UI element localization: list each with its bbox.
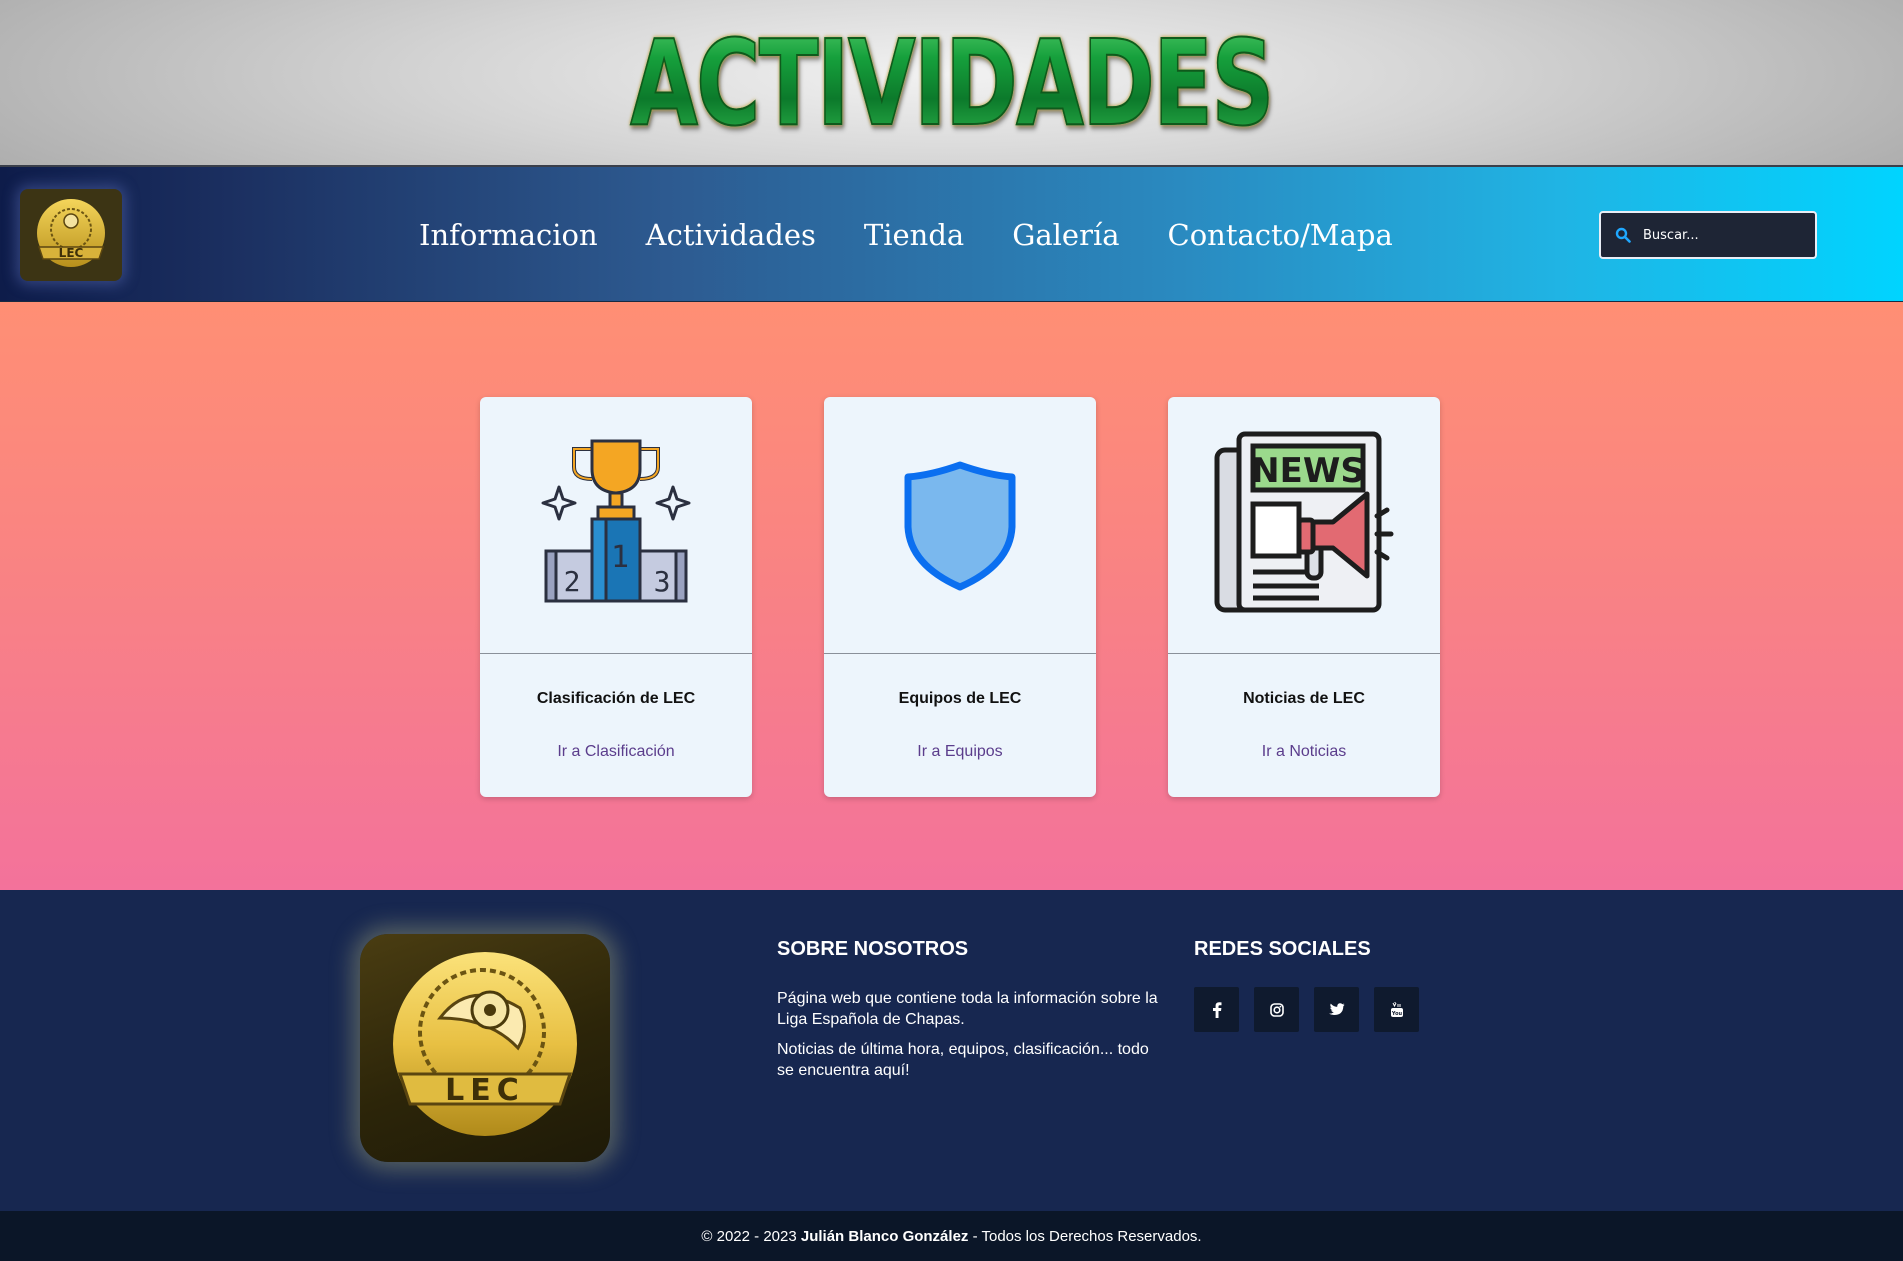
copyright-bar: © 2022 - 2023 Julián Blanco González - T… bbox=[0, 1211, 1903, 1261]
news-text: NEWS bbox=[1251, 451, 1365, 491]
footer: LEC SOBRE NOSOTROS Página web que contie… bbox=[0, 890, 1903, 1212]
search-icon[interactable] bbox=[1615, 227, 1631, 243]
shield-icon bbox=[904, 461, 1016, 591]
nav-link-contacto[interactable]: Contacto/Mapa bbox=[1168, 218, 1393, 252]
footer-logo-text: LEC bbox=[445, 1073, 525, 1108]
about-paragraph-2: Noticias de última hora, equipos, clasif… bbox=[777, 1041, 1149, 1079]
card-equipos: Equipos de LEC Ir a Equipos bbox=[824, 397, 1096, 797]
page-title: ACTIVIDADES bbox=[247, 0, 1655, 165]
footer-logo: LEC bbox=[360, 934, 610, 1162]
nav-link-actividades[interactable]: Actividades bbox=[646, 218, 816, 252]
card-image: NEWS bbox=[1168, 397, 1440, 654]
nav-link-galeria[interactable]: Galería bbox=[1012, 218, 1119, 252]
youtube-icon-text: You bbox=[1390, 1011, 1402, 1017]
card-title: Clasificación de LEC bbox=[536, 690, 696, 707]
copyright-suffix: - Todos los Derechos Reservados. bbox=[968, 1227, 1202, 1245]
about-paragraph-1: Página web que contiene toda la informac… bbox=[777, 990, 1158, 1028]
facebook-button[interactable] bbox=[1194, 987, 1239, 1032]
twitter-icon bbox=[1328, 1003, 1345, 1015]
podium-number-3: 3 bbox=[654, 565, 671, 598]
title-banner: ACTIVIDADES bbox=[0, 0, 1903, 165]
twitter-button[interactable] bbox=[1314, 987, 1359, 1032]
lec-logo-icon: LEC bbox=[393, 952, 577, 1136]
newspaper-icon: NEWS bbox=[1214, 431, 1394, 613]
search-input[interactable] bbox=[1643, 227, 1793, 243]
card-noticias: NEWS Noticias de LEC Ir a Noticias bbox=[1168, 397, 1440, 797]
nav-links: Informacion Actividades Tienda Galería C… bbox=[419, 167, 1393, 302]
nav-link-tienda[interactable]: Tienda bbox=[864, 218, 964, 252]
copyright-author: Julián Blanco González bbox=[800, 1227, 969, 1245]
nav-logo[interactable]: LEC bbox=[20, 189, 122, 281]
nav-link-informacion[interactable]: Informacion bbox=[419, 218, 598, 252]
youtube-button[interactable]: You bbox=[1374, 987, 1419, 1032]
social-links: You bbox=[1194, 987, 1419, 1032]
card-title: Noticias de LEC bbox=[1243, 690, 1365, 707]
card-link-noticias[interactable]: Ir a Noticias bbox=[1168, 743, 1440, 761]
search-box bbox=[1599, 211, 1817, 259]
about-heading: SOBRE NOSOTROS bbox=[777, 938, 969, 960]
copyright-prefix: © 2022 - 2023 bbox=[701, 1227, 801, 1245]
nav-logo-text: LEC bbox=[59, 246, 84, 260]
card-link-equipos[interactable]: Ir a Equipos bbox=[824, 743, 1096, 761]
social-heading: REDES SOCIALES bbox=[1194, 938, 1371, 960]
facebook-icon bbox=[1212, 1001, 1221, 1018]
lec-logo-icon: LEC bbox=[37, 199, 105, 267]
card-image: 2 1 3 bbox=[480, 397, 752, 654]
youtube-icon: You bbox=[1390, 1001, 1403, 1017]
card-clasificacion: 2 1 3 Clasificación de LEC Ir a Clasific… bbox=[480, 397, 752, 797]
podium-number-1: 1 bbox=[611, 540, 629, 575]
navbar: LEC Informacion Actividades Tienda Galer… bbox=[0, 165, 1903, 302]
instagram-icon bbox=[1269, 1002, 1284, 1017]
main-content: 2 1 3 Clasificación de LEC Ir a Clasific… bbox=[0, 302, 1903, 890]
instagram-button[interactable] bbox=[1254, 987, 1299, 1032]
card-image bbox=[824, 397, 1096, 654]
trophy-podium-icon: 2 1 3 bbox=[541, 439, 691, 603]
card-link-clasificacion[interactable]: Ir a Clasificación bbox=[480, 743, 752, 761]
podium-number-2: 2 bbox=[564, 565, 581, 598]
card-title: Equipos de LEC bbox=[898, 690, 1022, 707]
